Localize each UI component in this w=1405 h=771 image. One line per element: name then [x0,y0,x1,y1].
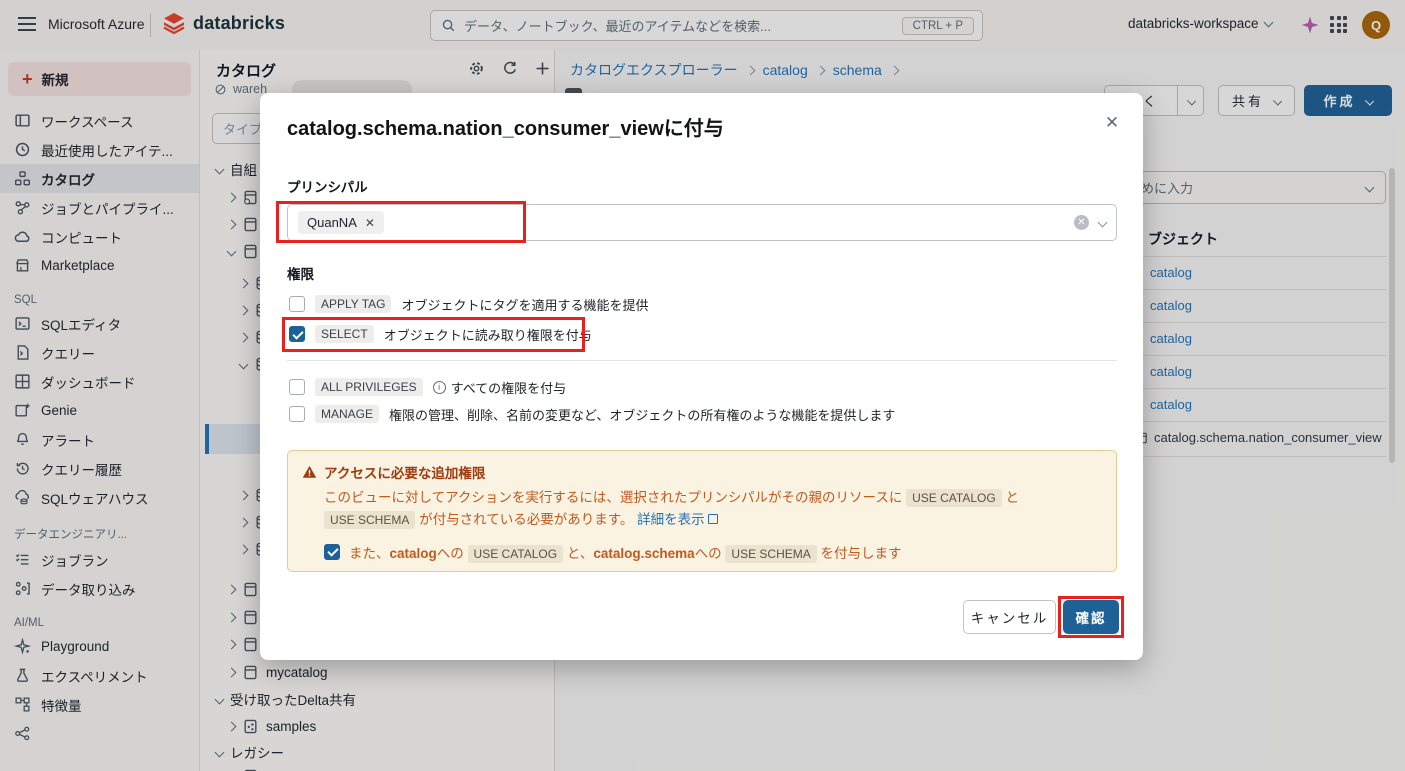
permission-badge: MANAGE [315,405,379,423]
warning-title-row: アクセスに必要な追加権限 [302,462,1102,482]
principal-input[interactable]: QuanNA ✕ ✕ [287,204,1117,241]
use-schema-badge: USE SCHEMA [725,545,816,563]
schema-name: catalog.schema [593,546,694,561]
permission-row-apply-tag: APPLY TAG オブジェクトにタグを適用する機能を提供 [289,291,649,317]
details-link[interactable]: 詳細を表示 [637,512,705,527]
permission-badge: APPLY TAG [315,295,391,313]
info-icon: i [433,381,446,394]
manage-checkbox[interactable] [289,406,305,422]
clear-input-icon[interactable]: ✕ [1074,215,1089,230]
warning-triangle-icon [302,465,317,479]
permission-row-manage: MANAGE 権限の管理、削除、名前の変更など、オブジェクトの所有権のような機能… [289,401,895,427]
apply-tag-checkbox[interactable] [289,296,305,312]
permissions-label: 権限 [287,263,314,283]
confirm-button[interactable]: 確認 [1063,600,1119,634]
warning-body: このビューに対してアクションを実行するには、選択されたプリンシパルがその親のリソ… [302,487,1102,532]
grant-parent-permissions-row: また、catalogへの USE CATALOG と、catalog.schem… [324,542,1102,562]
app-root: Microsoft Azure databricks データ、ノートブック、最近… [0,0,1405,771]
select-checkbox[interactable] [289,326,305,342]
close-icon[interactable]: ✕ [1101,112,1123,134]
cancel-button[interactable]: キャンセル [963,600,1056,634]
permission-badge: SELECT [315,325,374,343]
grant-parent-checkbox[interactable] [324,544,340,560]
use-catalog-badge: USE CATALOG [468,545,564,563]
permission-row-all-privileges: ALL PRIVILEGES i すべての権限を付与 [289,374,566,400]
grant-modal: catalog.schema.nation_consumer_viewに付与 ✕… [260,93,1143,660]
use-catalog-badge: USE CATALOG [906,489,1002,507]
use-schema-badge: USE SCHEMA [324,511,415,529]
all-privileges-checkbox[interactable] [289,379,305,395]
catalog-name: catalog [390,546,437,561]
principal-tag[interactable]: QuanNA ✕ [298,211,384,234]
chevron-down-icon [1098,218,1108,228]
permission-row-select: SELECT オブジェクトに読み取り権限を付与 [289,321,592,347]
remove-tag-icon[interactable]: ✕ [365,216,375,230]
external-link-icon [708,514,718,524]
divider [287,360,1117,361]
modal-title: catalog.schema.nation_consumer_viewに付与 [287,112,724,141]
principal-label: プリンシパル [287,176,368,196]
additional-permissions-warning: アクセスに必要な追加権限 このビューに対してアクションを実行するには、選択された… [287,450,1117,572]
permission-badge: ALL PRIVILEGES [315,378,423,396]
